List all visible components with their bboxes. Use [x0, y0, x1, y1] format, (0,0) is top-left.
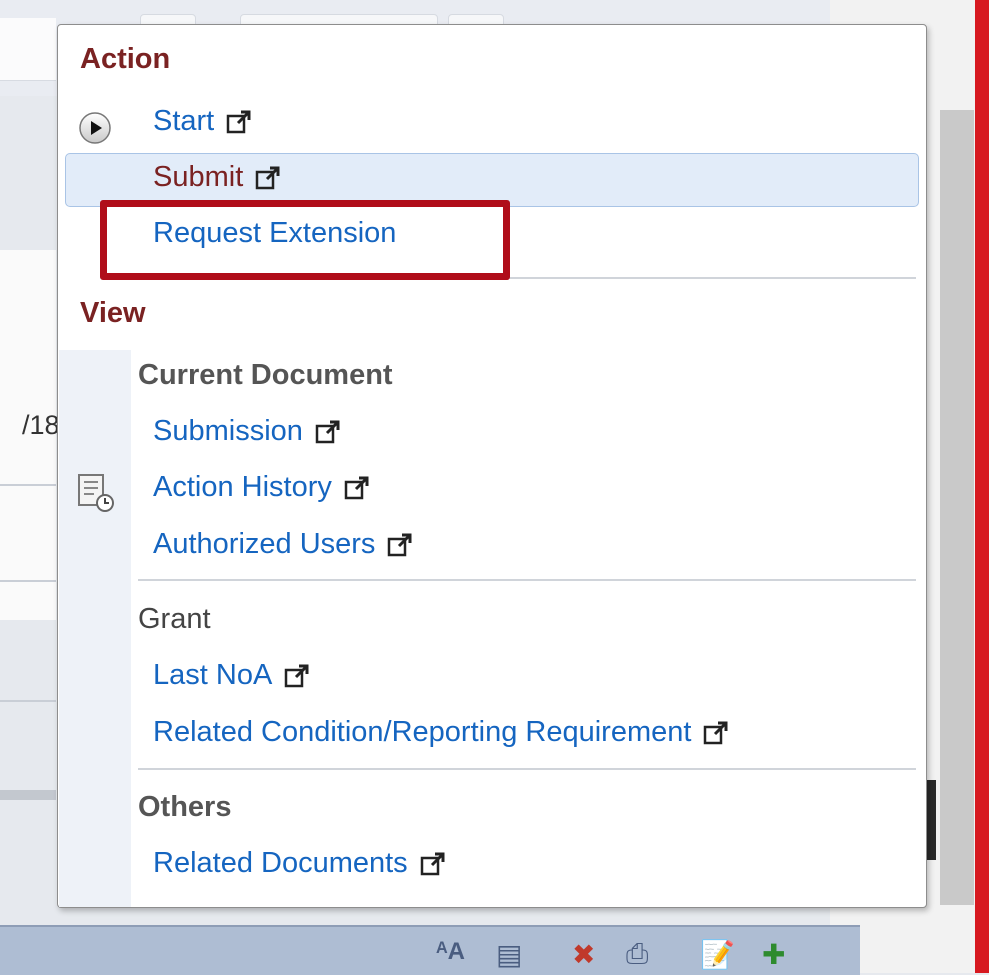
- red-edge-bar: [975, 0, 989, 973]
- menu-item-label: Last NoA: [153, 659, 273, 691]
- external-link-icon: [704, 721, 728, 744]
- menu-divider: [138, 579, 916, 581]
- external-link-icon: [285, 664, 309, 687]
- menu-divider: [138, 277, 916, 279]
- menu-item-related-condition-reporting-requirement[interactable]: Related Condition/Reporting Requirement: [153, 716, 729, 749]
- document-history-icon: [78, 474, 114, 512]
- menu-item-label: Submission: [153, 415, 303, 447]
- text-size-icon[interactable]: ᴬA: [436, 938, 465, 966]
- group-heading-others: Others: [138, 791, 232, 823]
- menu-item-submission[interactable]: Submission: [153, 415, 341, 448]
- external-link-icon: [420, 852, 445, 875]
- menu-divider: [138, 768, 916, 770]
- menu-icon-gutter: [59, 350, 131, 907]
- menu-item-authorized-users[interactable]: Authorized Users: [153, 528, 413, 561]
- menu-item-submit[interactable]: Submit: [153, 161, 281, 194]
- external-link-icon: [315, 420, 340, 443]
- menu-item-related-documents[interactable]: Related Documents: [153, 847, 446, 880]
- group-heading-current-document: Current Document: [138, 359, 393, 391]
- background-panel: [0, 18, 56, 81]
- background-divider: [0, 700, 56, 702]
- external-link-icon: [227, 110, 251, 133]
- external-link-icon: [344, 476, 369, 499]
- menu-item-label: Start: [153, 105, 215, 137]
- print-icon[interactable]: ⎙: [626, 938, 648, 971]
- scrollbar[interactable]: [940, 110, 974, 905]
- group-heading-grant: Grant: [138, 603, 211, 635]
- background-partial-text: /18: [22, 410, 60, 440]
- menu-item-label: Request Extension: [153, 217, 397, 249]
- background-divider: [0, 580, 56, 582]
- page-icon[interactable]: ▤: [496, 938, 522, 971]
- menu-item-request-extension[interactable]: Request Extension: [153, 217, 396, 250]
- add-favorite-icon[interactable]: ✚: [762, 938, 785, 971]
- menu-item-label: Action History: [153, 471, 332, 503]
- note-icon[interactable]: 📝: [700, 938, 735, 971]
- menu-item-last-noa[interactable]: Last NoA: [153, 659, 310, 692]
- menu-item-label: Related Documents: [153, 847, 408, 879]
- menu-item-label: Related Condition/Reporting Requirement: [153, 716, 692, 748]
- actions-popup-menu: Action Start Submit Request Extension Vi…: [57, 24, 927, 908]
- background-divider: [0, 790, 56, 800]
- external-link-icon: [256, 166, 280, 189]
- background-divider: [0, 484, 56, 486]
- menu-item-start[interactable]: Start: [153, 105, 252, 138]
- play-icon: [79, 112, 111, 144]
- menu-item-label: Authorized Users: [153, 528, 376, 560]
- external-link-icon: [388, 533, 412, 556]
- section-heading-action: Action: [80, 43, 171, 75]
- section-heading-view: View: [80, 297, 146, 329]
- menu-item-label: Submit: [153, 161, 244, 193]
- menu-item-action-history[interactable]: Action History: [153, 471, 370, 504]
- delete-icon[interactable]: ✖: [572, 938, 595, 971]
- background-notch: [926, 780, 936, 860]
